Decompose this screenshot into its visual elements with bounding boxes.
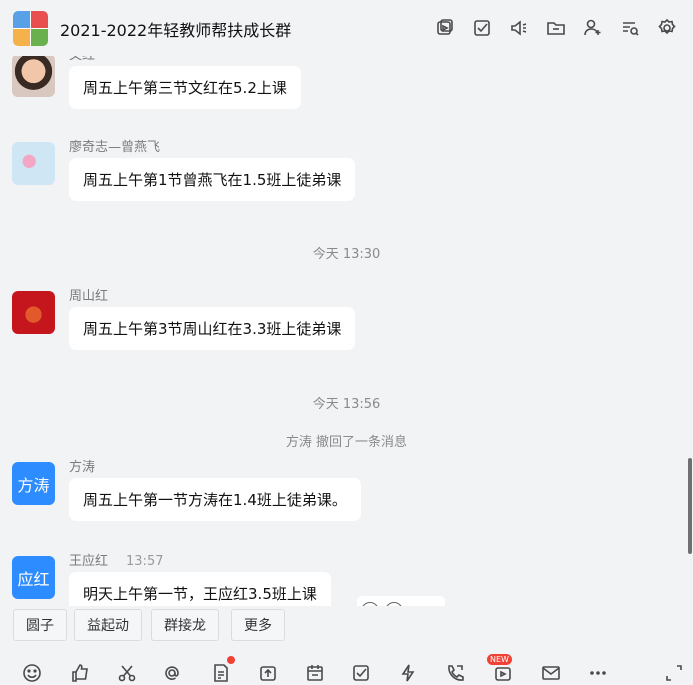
sender-name-text: 王应红 [69,554,109,569]
settings-icon[interactable] [655,16,679,40]
sender-name: 王应红 13:57 [69,550,163,569]
quick-tag-more[interactable]: 更多 [231,609,285,641]
doc-icon[interactable] [209,656,235,684]
live-icon[interactable]: NEW [487,654,515,684]
message-bubble[interactable]: 周五上午第三节文红在5.2上课 [69,66,301,109]
folder-icon[interactable] [544,16,568,40]
upload-icon[interactable] [256,662,280,684]
message-bubble[interactable]: 周五上午第3节周山红在3.3班上徒弟课 [69,307,356,350]
avatar[interactable] [12,142,55,185]
chat-header: 2021-2022年轻教师帮扶成长群 [0,0,693,56]
group-avatar[interactable] [13,11,48,46]
avatar[interactable] [12,291,55,334]
timestamp: 今天 13:56 [312,397,381,412]
notification-dot [227,656,235,664]
input-toolbar: NEW [0,650,693,685]
group-title[interactable]: 2021-2022年轻教师帮扶成长群 [60,17,291,41]
message-bubble[interactable]: 明天上午第一节，王应红3.5班上课 [69,572,331,606]
emoji-icon[interactable] [20,662,44,684]
check-icon[interactable] [349,662,373,684]
sender-name: 周山红 [69,289,109,304]
calendar-icon[interactable] [303,662,327,684]
message-list[interactable]: 文红 周五上午第三节文红在5.2上课 廖奇志—曾燕飞 周五上午第1节曾燕飞在1.… [0,56,693,606]
more-icon[interactable] [586,662,610,684]
message-bubble[interactable]: 周五上午第一节方涛在1.4班上徒弟课。 [69,478,361,521]
lightning-icon[interactable] [396,662,420,684]
at-icon[interactable] [160,662,184,684]
reaction-bar[interactable] [357,596,445,606]
sender-name: 文红 [69,56,95,63]
recall-notice: 方涛 撤回了一条消息 [285,435,408,450]
like-icon[interactable] [68,662,92,684]
avatar[interactable] [12,56,55,97]
avatar[interactable]: 方涛 [12,462,55,505]
search-history-icon[interactable] [618,16,642,40]
timestamp: 今天 13:30 [312,247,381,262]
scissors-icon[interactable] [115,662,139,684]
avatar[interactable]: 应红 [12,556,55,599]
quick-tag[interactable]: 益起动 [74,609,142,641]
announce-icon[interactable] [507,16,531,40]
quick-tag[interactable]: 群接龙 [151,609,219,641]
task-icon[interactable] [470,16,494,40]
quick-tag[interactable]: 圆子 [13,609,67,641]
video-icon[interactable] [433,16,457,40]
quick-tag-bar: 圆子 益起动 群接龙 更多 [0,606,693,642]
expand-icon[interactable] [662,662,686,684]
new-badge: NEW [487,654,512,665]
sender-name: 廖奇志—曾燕飞 [69,140,161,155]
message-bubble[interactable]: 周五上午第1节曾燕飞在1.5班上徒弟课 [69,158,356,201]
message-time: 13:57 [126,554,164,569]
call-icon[interactable] [443,662,467,684]
scrollbar[interactable] [688,458,692,554]
sender-name: 方涛 [69,460,96,475]
mail-icon[interactable] [539,662,563,684]
add-member-icon[interactable] [581,16,605,40]
